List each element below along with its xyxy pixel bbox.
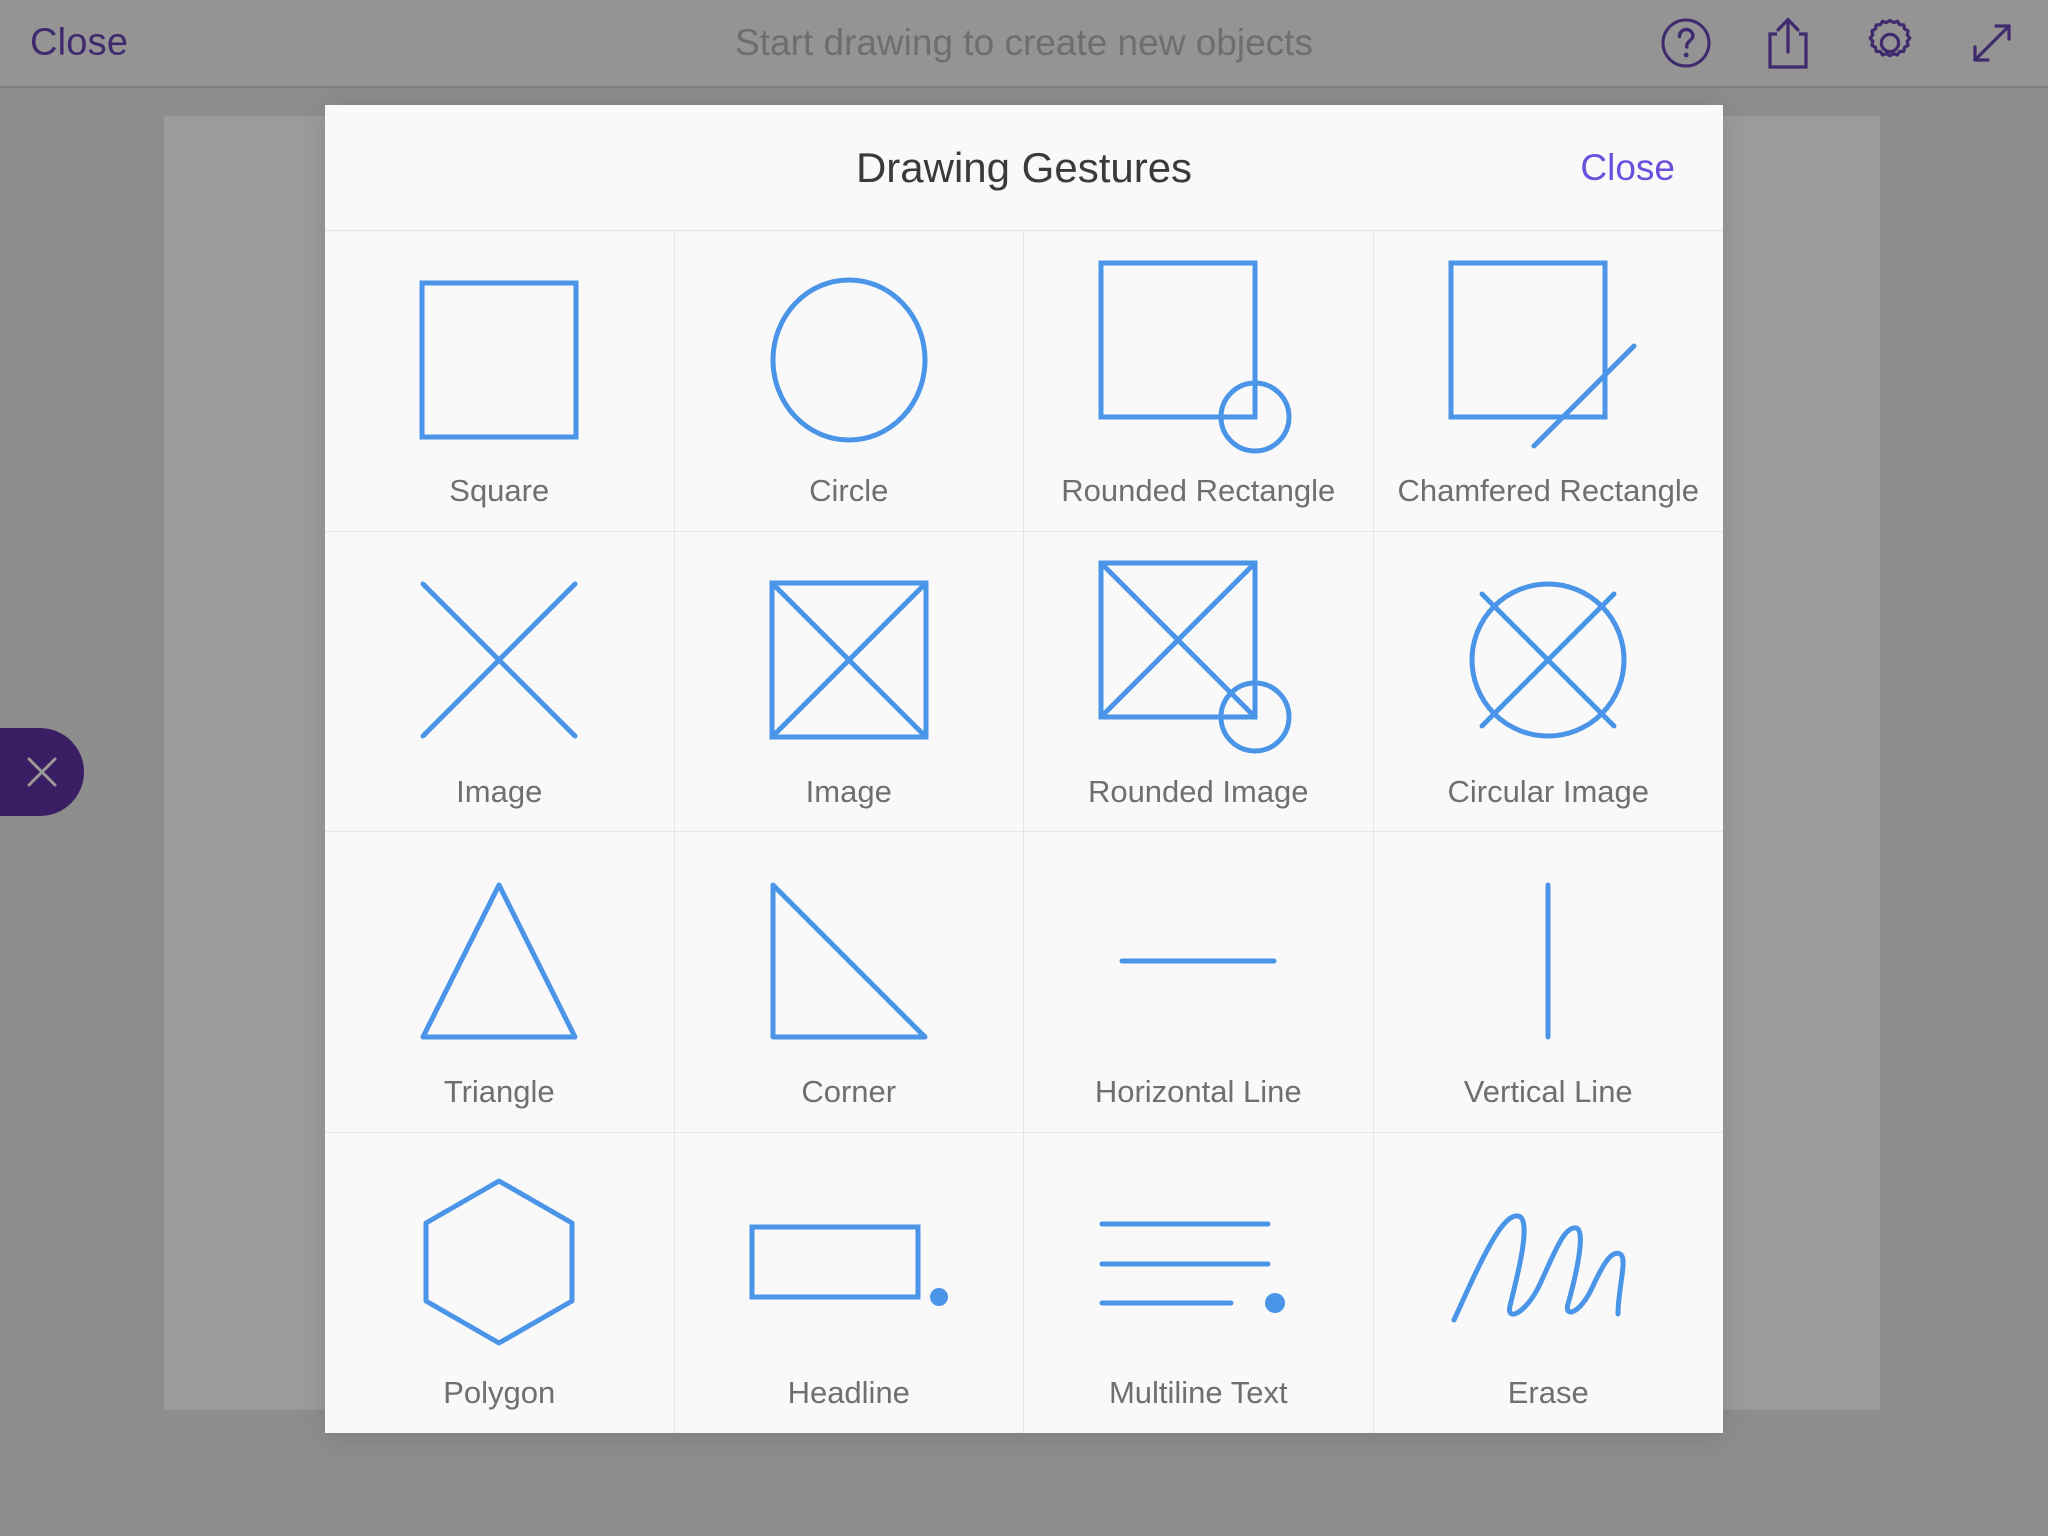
expand-icon[interactable] (1964, 15, 2020, 71)
gear-icon[interactable] (1862, 15, 1918, 71)
gesture-cell-rounded-rectangle[interactable]: Rounded Rectangle (1024, 231, 1374, 532)
gesture-cell-erase[interactable]: Erase (1374, 1133, 1724, 1434)
gesture-cell-polygon[interactable]: Polygon (325, 1132, 675, 1433)
drawing-gestures-modal: Drawing Gestures Close Square Circle Rou… (325, 105, 1723, 1433)
gesture-cell-headline[interactable]: Headline (675, 1132, 1024, 1433)
gesture-label: Headline (787, 1375, 910, 1411)
corner-gesture-icon (699, 853, 999, 1068)
share-icon[interactable] (1760, 15, 1816, 71)
rounded-image-gesture-icon (1048, 553, 1348, 768)
gesture-cell-image-x[interactable]: Image (325, 531, 675, 832)
gesture-label: Triangle (443, 1074, 555, 1110)
gesture-cell-rounded-image[interactable]: Rounded Image (1024, 531, 1374, 832)
gesture-label: Erase (1507, 1375, 1589, 1411)
top-toolbar: Close Start drawing to create new object… (0, 0, 2048, 88)
gesture-cell-circular-image[interactable]: Circular Image (1373, 532, 1723, 832)
image-square-gesture-icon (699, 553, 999, 768)
erase-gesture-icon (1398, 1154, 1698, 1369)
toolbar-close-button[interactable]: Close (30, 22, 128, 65)
gesture-label: Image (456, 773, 543, 809)
help-icon[interactable] (1658, 15, 1714, 71)
gesture-label: Circular Image (1447, 773, 1650, 809)
gesture-grid: Square Circle Rounded Rectangle Chamfere… (325, 231, 1723, 1433)
horizontal-line-gesture-icon (1048, 853, 1348, 1068)
gesture-cell-image-square[interactable]: Image (674, 531, 1024, 832)
gesture-cell-corner[interactable]: Corner (674, 832, 1024, 1133)
app-root: Close Start drawing to create new object… (0, 0, 2048, 1536)
circular-image-gesture-icon (1398, 553, 1698, 768)
gesture-cell-vertical-line[interactable]: Vertical Line (1373, 832, 1723, 1133)
multiline-text-gesture-icon (1048, 1154, 1348, 1369)
gesture-cell-circle[interactable]: Circle (674, 231, 1024, 532)
gesture-label: Rounded Image (1087, 773, 1309, 809)
headline-gesture-icon (699, 1154, 999, 1369)
side-tab-close-button[interactable] (0, 728, 84, 816)
gesture-label: Multiline Text (1108, 1375, 1288, 1411)
circle-gesture-icon (699, 252, 999, 467)
gesture-cell-triangle[interactable]: Triangle (325, 832, 675, 1133)
gesture-label: Image (805, 773, 892, 809)
square-gesture-icon (349, 252, 649, 467)
gesture-label: Polygon (443, 1375, 556, 1411)
triangle-gesture-icon (349, 853, 649, 1068)
gesture-label: Horizontal Line (1094, 1074, 1302, 1110)
gesture-cell-chamfered-rectangle[interactable]: Chamfered Rectangle (1373, 231, 1723, 532)
modal-header: Drawing Gestures Close (325, 105, 1723, 231)
gesture-label: Circle (809, 473, 889, 509)
close-x-icon (27, 757, 57, 787)
chamfered-rectangle-gesture-icon (1398, 252, 1698, 467)
vertical-line-gesture-icon (1398, 853, 1698, 1068)
gesture-label: Corner (801, 1074, 897, 1110)
gesture-label: Rounded Rectangle (1061, 473, 1336, 509)
modal-title: Drawing Gestures (855, 143, 1193, 191)
gesture-cell-horizontal-line[interactable]: Horizontal Line (1024, 832, 1374, 1133)
gesture-cell-multiline-text[interactable]: Multiline Text (1024, 1132, 1374, 1433)
gesture-label: Chamfered Rectangle (1397, 473, 1700, 509)
gesture-label: Square (449, 473, 550, 509)
toolbar-title: Start drawing to create new objects (735, 22, 1313, 63)
rounded-rectangle-gesture-icon (1048, 252, 1348, 467)
polygon-gesture-icon (349, 1154, 649, 1369)
toolbar-icon-group (1658, 15, 2020, 71)
modal-close-button[interactable]: Close (1580, 147, 1675, 189)
gesture-label: Vertical Line (1463, 1074, 1633, 1110)
gesture-cell-square[interactable]: Square (325, 231, 675, 532)
image-x-gesture-icon (349, 553, 649, 768)
